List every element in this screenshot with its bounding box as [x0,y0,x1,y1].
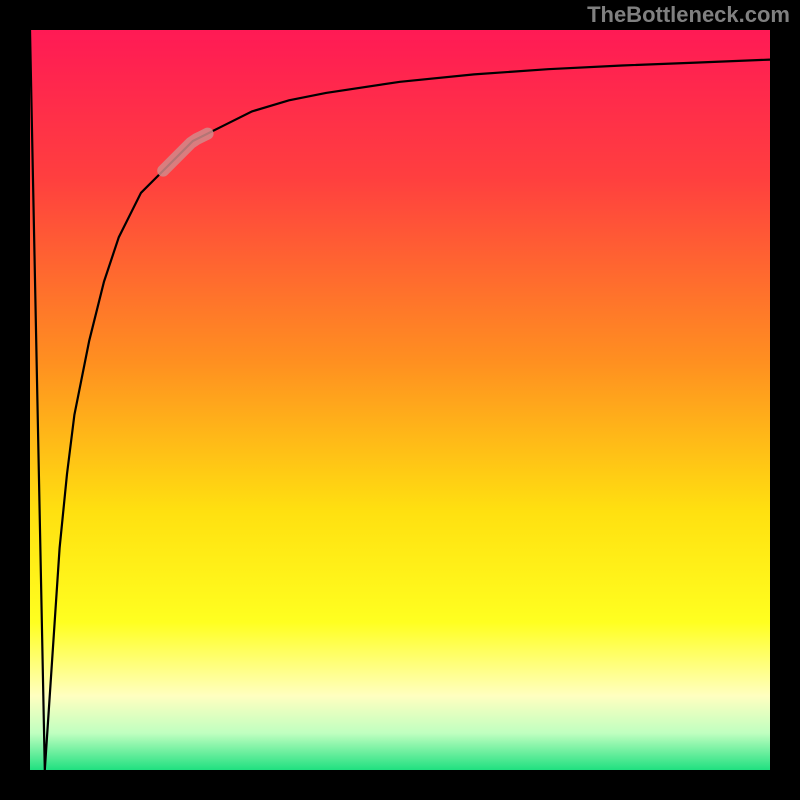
chart-plot-background [30,30,770,770]
watermark-label: TheBottleneck.com [587,2,790,28]
bottleneck-chart [0,0,800,800]
chart-container: TheBottleneck.com [0,0,800,800]
